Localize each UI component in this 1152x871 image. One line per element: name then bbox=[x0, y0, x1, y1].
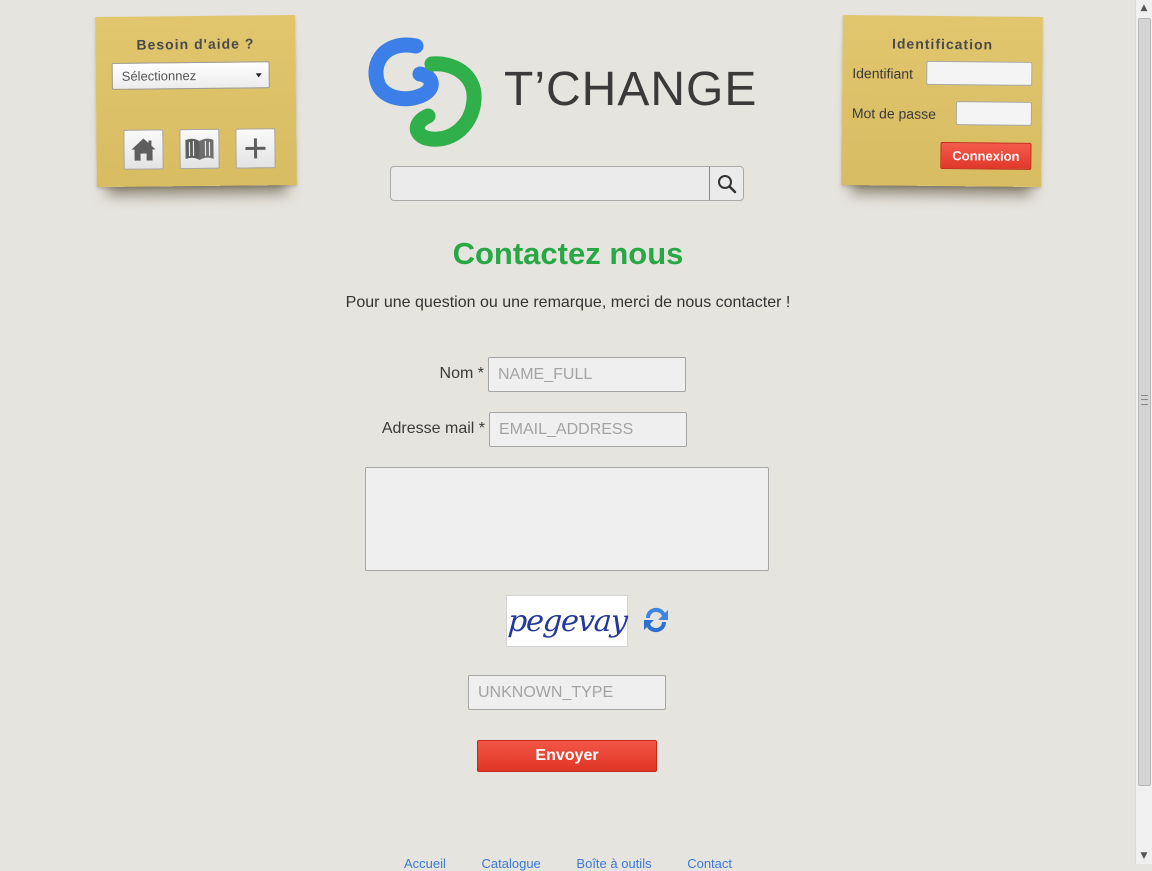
help-topic-select[interactable]: Sélectionnez bbox=[111, 61, 270, 90]
help-note-title: Besoin d'aide ? bbox=[136, 35, 255, 53]
chevron-down-icon bbox=[255, 73, 262, 78]
password-input[interactable] bbox=[955, 101, 1032, 126]
logo-mark-icon bbox=[368, 37, 482, 147]
add-button[interactable] bbox=[235, 128, 276, 169]
message-textarea[interactable] bbox=[365, 467, 769, 571]
send-button[interactable]: Envoyer bbox=[477, 740, 657, 772]
page-title: Contactez nous bbox=[452, 236, 684, 271]
scrollbar-thumb[interactable] bbox=[1138, 18, 1151, 786]
search-icon bbox=[717, 174, 736, 193]
search-bar bbox=[390, 166, 744, 201]
username-input[interactable] bbox=[926, 60, 1033, 86]
captcha-input[interactable] bbox=[468, 675, 666, 710]
name-label: Nom * bbox=[439, 365, 484, 382]
home-button[interactable] bbox=[123, 129, 164, 170]
vertical-scrollbar[interactable]: ▲ ▼ bbox=[1135, 0, 1152, 864]
username-label: Identifiant bbox=[852, 65, 914, 82]
plus-icon bbox=[245, 138, 266, 159]
home-icon bbox=[131, 138, 156, 161]
search-input[interactable] bbox=[395, 171, 709, 198]
email-label: Adresse mail * bbox=[381, 420, 485, 437]
book-icon bbox=[185, 138, 214, 160]
scroll-up-icon[interactable]: ▲ bbox=[1136, 0, 1152, 16]
logo-text: T’CHANGE bbox=[504, 63, 758, 116]
help-topic-select-value: Sélectionnez bbox=[121, 67, 197, 84]
password-label: Mot de passe bbox=[851, 105, 937, 122]
catalogue-button[interactable] bbox=[179, 128, 220, 170]
captcha-text: pegevay bbox=[506, 603, 628, 639]
login-note-title: Identification bbox=[891, 35, 994, 53]
help-note: Besoin d'aide ? Sélectionnez bbox=[95, 14, 297, 188]
email-input[interactable] bbox=[489, 412, 687, 447]
page-subtitle: Pour une question ou une remarque, merci… bbox=[345, 294, 791, 311]
search-button[interactable] bbox=[709, 167, 743, 200]
scroll-down-icon[interactable]: ▼ bbox=[1136, 848, 1152, 864]
captcha-image: pegevay bbox=[506, 595, 628, 647]
page: Besoin d'aide ? Sélectionnez T’CHANGE Id… bbox=[0, 0, 1136, 871]
site-logo[interactable]: T’CHANGE bbox=[368, 34, 768, 152]
name-input[interactable] bbox=[488, 357, 686, 392]
refresh-icon[interactable] bbox=[640, 603, 672, 637]
login-button[interactable]: Connexion bbox=[940, 141, 1032, 170]
login-note: Identification Identifiant Mot de passe … bbox=[841, 14, 1043, 188]
